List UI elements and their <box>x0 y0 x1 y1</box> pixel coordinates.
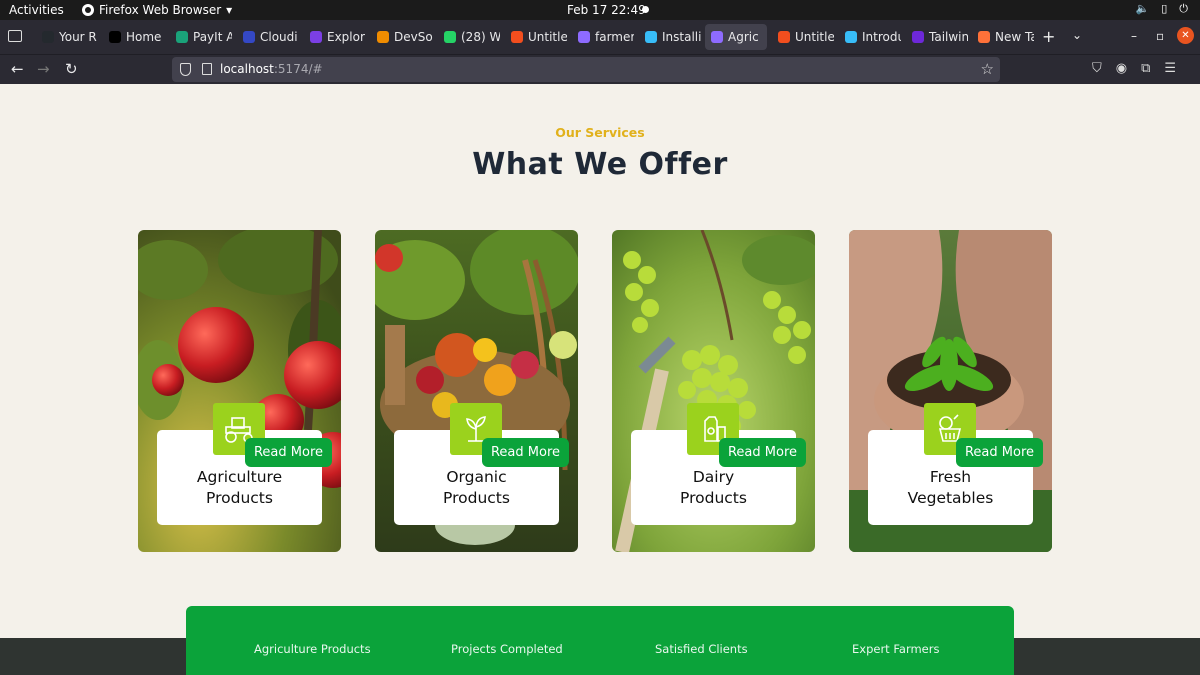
minimize-icon[interactable]: – <box>1131 29 1137 43</box>
service-card-dairy[interactable]: Dairy Products Read More <box>612 230 815 552</box>
firefox-icon <box>978 31 990 43</box>
service-card-vegetables[interactable]: Fresh Vegetables Read More <box>849 230 1052 552</box>
tab-label: Untitle <box>528 30 567 44</box>
card-title: Agriculture Products <box>196 468 283 507</box>
cloud-icon <box>243 31 255 43</box>
stat-label: Expert Farmers <box>852 642 940 656</box>
tailwind-icon <box>845 31 857 43</box>
close-window-icon[interactable]: ✕ <box>1177 27 1194 44</box>
read-more-button[interactable]: Read More <box>956 438 1043 467</box>
browser-tab[interactable]: Home / <box>103 24 165 50</box>
restore-icon[interactable]: ▫ <box>1156 29 1164 43</box>
tab-label: farmer <box>595 30 634 44</box>
x-icon <box>109 31 121 43</box>
github-icon <box>42 31 54 43</box>
tab-label: Your R <box>59 30 97 44</box>
app-name: Firefox Web Browser <box>99 3 222 17</box>
tab-label: Home / <box>126 30 165 44</box>
menu-icon[interactable]: ☰ <box>1164 61 1176 76</box>
vite-icon <box>711 31 723 43</box>
phone-icon[interactable]: ▯ <box>1161 2 1167 16</box>
browser-tab[interactable]: DevSol <box>371 24 433 50</box>
figma-icon <box>511 31 523 43</box>
notification-dot-icon <box>642 6 649 13</box>
tab-label: Agric <box>728 30 759 44</box>
tailwind-icon <box>645 31 657 43</box>
tab-label: (28) W <box>461 30 500 44</box>
browser-tab[interactable]: PayIt A <box>170 24 232 50</box>
pocket-icon[interactable]: ⛉ <box>1092 61 1102 76</box>
page-icon[interactable] <box>202 63 212 75</box>
tab-label: PayIt A <box>193 30 232 44</box>
reload-icon[interactable]: ↻ <box>65 61 78 77</box>
chevron-down-icon: ▾ <box>226 3 233 17</box>
account-icon[interactable]: ◉ <box>1116 61 1127 76</box>
navigation-bar: ← → ↻ localhost:5174/# ☆ ⛉ ◉ ⧉ ☰ <box>0 54 1200 84</box>
firefox-view-icon[interactable] <box>8 30 22 42</box>
stat-label: Satisfied Clients <box>655 642 748 656</box>
volume-icon[interactable]: 🔈 <box>1136 2 1150 16</box>
stats-bar: Agriculture Products Projects Completed … <box>186 606 1014 675</box>
browser-tab[interactable]: Introdu <box>839 24 901 50</box>
browser-tab[interactable]: Untitle <box>505 24 567 50</box>
drop-icon <box>310 31 322 43</box>
browser-tab[interactable]: Your R <box>36 24 98 50</box>
bookmark-star-icon[interactable]: ☆ <box>981 60 994 78</box>
browser-tab[interactable]: Agric✕ <box>705 24 767 50</box>
extensions-icon[interactable]: ⧉ <box>1141 61 1150 76</box>
browser-tab[interactable]: farmer <box>572 24 634 50</box>
shield-icon[interactable] <box>180 63 191 76</box>
section-title: What We Offer <box>472 147 728 182</box>
read-more-button[interactable]: Read More <box>482 438 569 467</box>
whatsapp-icon <box>444 31 456 43</box>
tab-label: Installi <box>662 30 701 44</box>
clock[interactable]: Feb 17 22:49 <box>567 3 646 17</box>
url-bar[interactable]: localhost:5174/# ☆ <box>172 57 1000 82</box>
service-card-organic[interactable]: Organic Products Read More <box>375 230 578 552</box>
read-more-button[interactable]: Read More <box>719 438 806 467</box>
tab-label: Untitle <box>795 30 834 44</box>
section-subtitle: Our Services <box>555 125 645 140</box>
read-more-button[interactable]: Read More <box>245 438 332 467</box>
tailwind-ui-icon <box>912 31 924 43</box>
tab-label: Explor <box>327 30 365 44</box>
browser-tab[interactable]: Tailwin <box>906 24 968 50</box>
tab-label: DevSol <box>394 30 433 44</box>
tab-strip: Your R Home / PayIt A Cloudi Explor DevSol (28… <box>0 20 1200 54</box>
browser-tab[interactable]: Cloudi <box>237 24 299 50</box>
stat-label: Projects Completed <box>451 642 563 656</box>
tab-label: Introdu <box>862 30 901 44</box>
stat-label: Agriculture Products <box>254 642 371 656</box>
system-top-bar: Activities Firefox Web Browser ▾ Feb 17 … <box>0 0 1200 20</box>
forward-icon[interactable]: → <box>37 61 50 77</box>
tab-label: Cloudi <box>260 30 298 44</box>
list-all-tabs-icon[interactable]: ⌄ <box>1072 28 1082 42</box>
card-title: Fresh Vegetables <box>907 468 994 507</box>
tab-label: Tailwin <box>929 30 968 44</box>
browser-tab[interactable]: Untitle <box>772 24 834 50</box>
url-text[interactable]: localhost:5174/# <box>220 62 323 76</box>
activities-button[interactable]: Activities <box>9 3 64 17</box>
vite-icon <box>578 31 590 43</box>
back-icon[interactable]: ← <box>11 61 24 77</box>
app-menu[interactable]: Firefox Web Browser ▾ <box>82 3 232 17</box>
card-title: Dairy Products <box>680 468 747 507</box>
service-card-agriculture[interactable]: Agriculture Products Read More <box>138 230 341 552</box>
power-icon[interactable]: ⏻ <box>1179 2 1188 16</box>
system-tray[interactable]: 🔈 ▯ ⏻ <box>1136 2 1188 16</box>
firefox-icon <box>82 4 94 16</box>
browser-tab[interactable]: Installi <box>639 24 701 50</box>
card-title: Organic Products <box>443 468 510 507</box>
new-tab-button[interactable]: + <box>1042 27 1055 46</box>
browser-tab[interactable]: Explor <box>304 24 366 50</box>
browser-tab[interactable]: New Ta <box>972 24 1034 50</box>
payit-icon <box>176 31 188 43</box>
browser-tab[interactable]: (28) W <box>438 24 500 50</box>
tab-label: New Ta <box>995 30 1034 44</box>
figma-icon <box>778 31 790 43</box>
devsol-icon <box>377 31 389 43</box>
